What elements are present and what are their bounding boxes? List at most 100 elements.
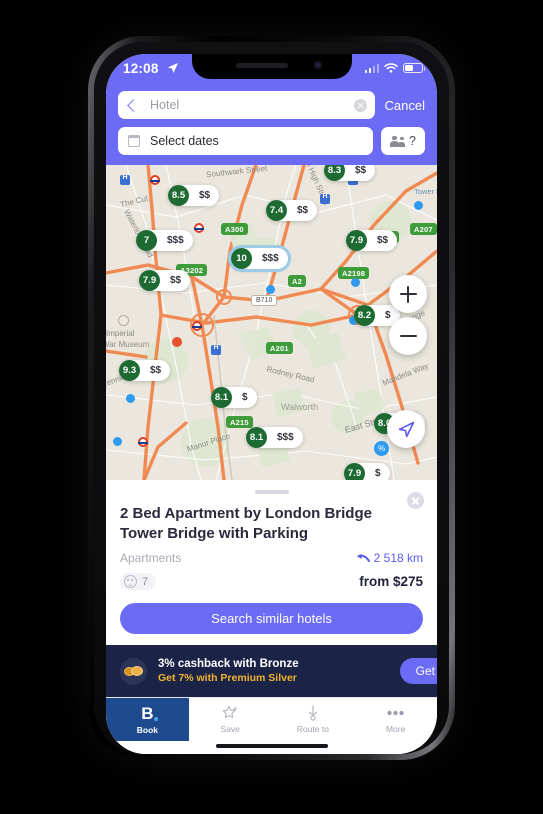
map-view[interactable]: The Cut Waterloo Road Southwark Street B… <box>106 165 437 480</box>
tab-route-to[interactable]: Route to <box>272 698 355 741</box>
chevron-left-icon[interactable] <box>127 98 140 112</box>
search-row: Hotel Cancel <box>118 91 425 119</box>
poi-label: Imperial <box>106 329 135 338</box>
road-shield: A215 <box>226 416 253 428</box>
hotel-pin-selected[interactable]: 10 $$$ <box>228 245 291 272</box>
hotel-pin[interactable]: 7.9 $$ <box>346 230 398 251</box>
tab-more-label: More <box>385 724 406 734</box>
search-similar-hotels-button[interactable]: Search similar hotels <box>120 603 423 634</box>
cashback-subtitle: Get 7% with Premium Silver <box>158 672 297 684</box>
tab-save[interactable]: Save <box>189 698 272 741</box>
hotel-pin-score: 10 <box>231 248 252 269</box>
hotel-pin[interactable]: 8.3 $$ <box>324 165 376 181</box>
hotel-pin-score: 7.9 <box>344 463 365 480</box>
map-marker-blue <box>113 437 122 446</box>
hospital-poi-icon <box>320 193 330 204</box>
minus-icon <box>399 334 417 338</box>
locate-me-button[interactable] <box>387 410 425 448</box>
hotel-pin[interactable]: 9.3 $$ <box>119 360 171 381</box>
hotel-distance: 2 518 km <box>356 551 423 565</box>
review-badge[interactable]: 7 <box>120 573 157 590</box>
hotel-detail-card: 2 Bed Apartment by London Bridge Tower B… <box>106 480 437 634</box>
star-plus-icon <box>222 705 237 718</box>
guests-selector[interactable]: ? <box>381 127 425 155</box>
cashback-banner[interactable]: 3% cashback with Bronze Get 7% with Prem… <box>106 645 437 697</box>
tab-save-label: Save <box>220 724 240 734</box>
tab-more[interactable]: More <box>354 698 437 741</box>
hotel-meta-row: Apartments 2 518 km <box>120 551 423 565</box>
tube-station-icon <box>149 175 161 185</box>
hotel-pin[interactable]: 7.9 $ <box>344 463 390 480</box>
poi-label: War Museum <box>106 340 150 349</box>
route-arrow-icon <box>356 553 370 562</box>
hotel-pin[interactable]: 8.1 $ <box>211 387 257 408</box>
hospital-poi-icon <box>120 174 130 185</box>
smiley-icon <box>124 575 137 588</box>
clear-circle-icon[interactable] <box>353 98 367 112</box>
road-shield: A2 <box>288 275 306 287</box>
hotel-pin[interactable]: 7.4 $$ <box>266 200 318 221</box>
hotel-pin-price: $$$ <box>277 432 294 443</box>
search-input[interactable]: Hotel <box>118 91 375 119</box>
poi-label: Tower Bridge <box>414 187 437 196</box>
tab-route-to-label: Route to <box>296 724 329 734</box>
road-shield: A300 <box>221 223 248 235</box>
museum-poi-icon <box>118 315 129 326</box>
hotel-pin-price: $$ <box>355 165 367 176</box>
hotel-pin[interactable]: 8.5 $$ <box>168 185 220 206</box>
search-header: Hotel Cancel Select dates ? <box>106 87 437 165</box>
cancel-button[interactable]: Cancel <box>385 98 425 113</box>
hotel-pin-price: $ <box>375 468 381 479</box>
map-marker-blue <box>266 285 275 294</box>
status-icons <box>364 63 426 73</box>
review-count: 7 <box>142 575 149 588</box>
area-label: Walworth <box>281 402 319 412</box>
tube-station-icon <box>193 223 205 233</box>
bottom-tab-bar: B Book Save Route to More <box>106 697 437 741</box>
hotel-pin-price: $$ <box>150 365 162 376</box>
zoom-out-button[interactable] <box>389 317 427 355</box>
tab-book[interactable]: B Book <box>106 698 189 741</box>
tube-station-icon <box>191 321 203 331</box>
phone-inner-bezel: 12:08 Hotel Cancel Select dates ? The Cu… <box>94 42 449 754</box>
navigation-arrow-icon <box>398 421 414 437</box>
cellular-bars-icon <box>364 63 379 73</box>
hotel-pin-score: 7.9 <box>139 270 160 291</box>
select-dates-field[interactable]: Select dates <box>118 127 373 155</box>
home-indicator[interactable] <box>215 744 328 748</box>
hotel-pin-price: $$ <box>377 235 389 246</box>
wifi-icon <box>384 63 398 73</box>
hospital-poi-icon <box>211 344 221 355</box>
plate-label: B710 <box>251 295 278 306</box>
tab-book-label: Book <box>136 724 158 735</box>
cashback-get-button[interactable]: Get <box>399 658 437 684</box>
home-indicator-area <box>106 741 437 754</box>
sheet-grabber[interactable] <box>254 490 289 494</box>
hotel-pin-price: $$$ <box>262 253 279 264</box>
hotel-pin[interactable]: 7.9 $$ <box>139 270 191 291</box>
hotel-pin[interactable]: 7 $$$ <box>136 230 193 251</box>
hotel-pin-score: 9.3 <box>119 360 140 381</box>
road-shield: A201 <box>266 342 293 354</box>
percent-badge[interactable]: % <box>374 441 389 456</box>
hotel-pin-price: $$ <box>170 275 182 286</box>
map-marker-blue <box>126 394 135 403</box>
route-pin-icon <box>308 705 317 721</box>
zoom-in-button[interactable] <box>389 275 427 313</box>
map-marker-blue <box>414 201 423 210</box>
hotel-rating-row: 7 from $275 <box>120 573 423 590</box>
tube-station-icon <box>137 437 149 447</box>
hotel-title: 2 Bed Apartment by London Bridge Tower B… <box>120 505 372 542</box>
ellipsis-icon <box>387 710 404 716</box>
earpiece-speaker <box>235 63 288 68</box>
guests-icon <box>390 135 406 147</box>
hotel-distance-value: 2 518 km <box>373 551 423 565</box>
hotel-pin-score: 7.4 <box>266 200 287 221</box>
hotel-pin[interactable]: 8.1 $$$ <box>246 427 303 448</box>
hotel-price: from $275 <box>359 574 423 589</box>
close-circle-icon[interactable] <box>407 492 424 509</box>
cashback-title: 3% cashback with Bronze <box>158 658 299 670</box>
select-dates-label: Select dates <box>150 134 219 148</box>
hotel-pin-score: 7 <box>136 230 157 251</box>
hotel-pin-price: $$ <box>199 190 211 201</box>
